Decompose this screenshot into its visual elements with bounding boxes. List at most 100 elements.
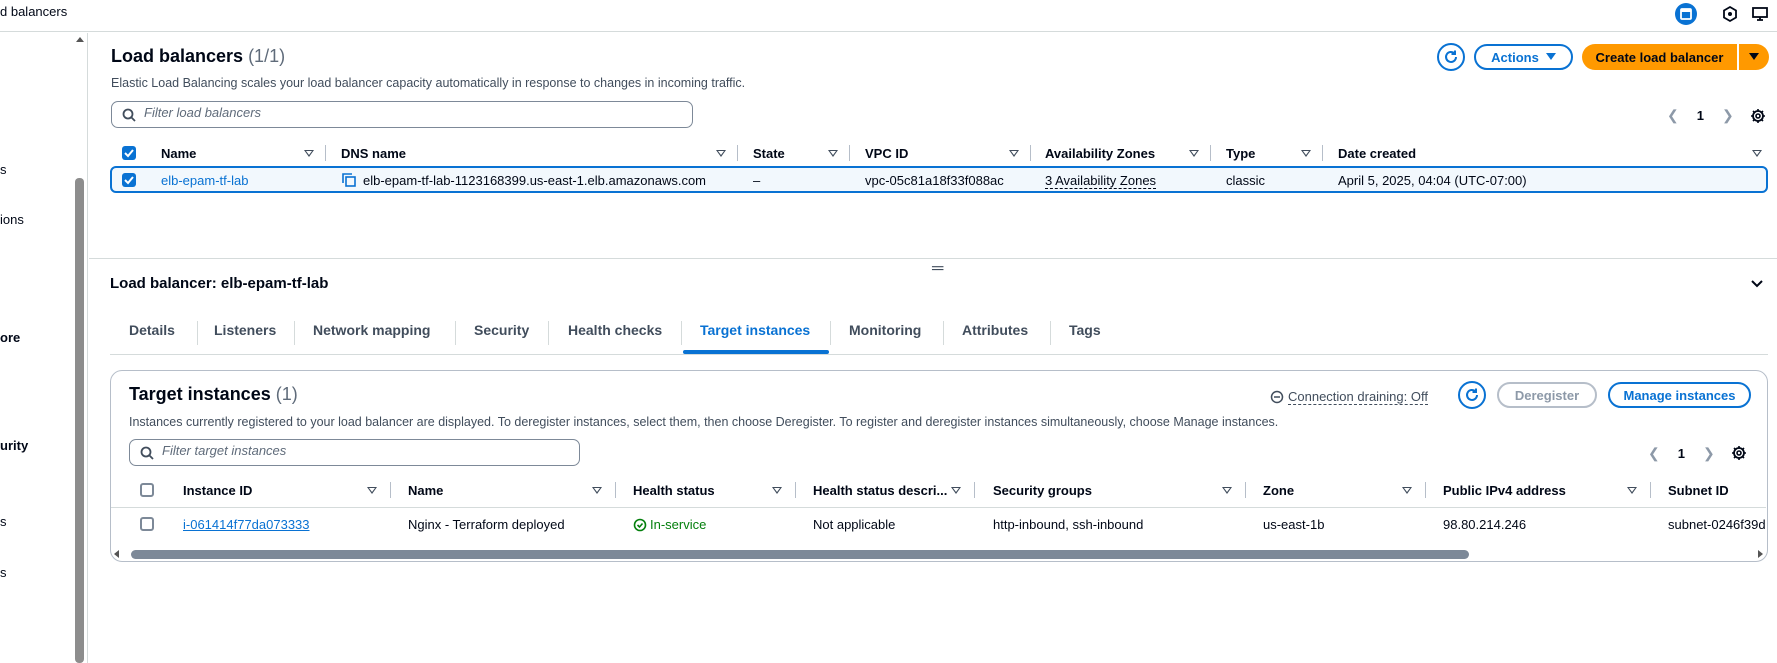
sort-icon[interactable] <box>592 487 602 494</box>
notifications-icon[interactable] <box>1719 3 1741 25</box>
sort-icon[interactable] <box>1222 487 1232 494</box>
sort-icon[interactable] <box>828 150 838 157</box>
dns-name: elb-epam-tf-lab-1123168399.us-east-1.elb… <box>363 173 707 188</box>
filter-target-instances[interactable] <box>129 439 580 466</box>
tab-listeners[interactable]: Listeners <box>214 322 276 338</box>
pagination: ❮ 1 ❯ <box>1648 445 1715 462</box>
sidebar-item[interactable]: s <box>0 514 7 529</box>
horizontal-scroll-thumb[interactable] <box>131 550 1469 559</box>
column-header-name[interactable]: Name <box>161 146 196 161</box>
breadcrumb[interactable]: d balancers <box>0 4 67 19</box>
top-bar: d balancers <box>0 0 1777 32</box>
sort-icon[interactable] <box>304 150 314 157</box>
page-number[interactable]: 1 <box>1678 446 1685 461</box>
target-instances-description: Instances currently registered to your l… <box>129 415 1279 429</box>
select-all-checkbox[interactable] <box>140 483 154 497</box>
sidebar-scroll-thumb[interactable] <box>75 178 84 663</box>
cloudshell-icon[interactable] <box>1675 3 1697 25</box>
column-divider <box>1425 482 1426 498</box>
tab-details[interactable]: Details <box>129 322 175 338</box>
sort-icon[interactable] <box>1402 487 1412 494</box>
collapse-chevron-icon[interactable] <box>1751 280 1763 288</box>
next-page-icon[interactable]: ❯ <box>1703 445 1715 462</box>
column-header-health-status[interactable]: Health status <box>633 483 715 498</box>
availability-zones-popover[interactable]: 3 Availability Zones <box>1045 173 1157 189</box>
instance-id-link[interactable]: i-061414f77da073333 <box>183 517 310 532</box>
zone-value: us-east-1b <box>1263 517 1325 532</box>
column-header-dns[interactable]: DNS name <box>341 146 406 161</box>
sort-icon[interactable] <box>951 487 961 494</box>
sidebar-section[interactable]: ore <box>0 330 20 345</box>
tab-security[interactable]: Security <box>474 322 529 338</box>
copy-icon[interactable] <box>342 173 356 187</box>
sidebar-section[interactable]: urity <box>0 438 28 453</box>
load-balancer-name-link[interactable]: elb-epam-tf-lab <box>161 173 248 188</box>
panel-splitter[interactable] <box>89 258 1777 259</box>
health-status: In-service <box>633 517 706 532</box>
next-page-icon[interactable]: ❯ <box>1722 107 1734 124</box>
search-input[interactable] <box>162 443 522 458</box>
refresh-button[interactable] <box>1437 43 1465 71</box>
column-header-name[interactable]: Name <box>408 483 443 498</box>
sidebar-item[interactable]: s <box>0 162 7 177</box>
manage-instances-button[interactable]: Manage instances <box>1608 382 1751 408</box>
deregister-button[interactable]: Deregister <box>1497 382 1597 408</box>
tab-network-mapping[interactable]: Network mapping <box>313 322 430 338</box>
tab-attributes[interactable]: Attributes <box>962 322 1028 338</box>
sidebar-item[interactable]: ions <box>0 212 24 227</box>
prev-page-icon[interactable]: ❮ <box>1667 107 1679 124</box>
settings-icon[interactable] <box>1731 445 1747 461</box>
scroll-right-arrow-icon[interactable] <box>1758 550 1763 558</box>
connection-draining-status[interactable]: Connection draining: Off <box>1270 389 1428 405</box>
tab-tags[interactable]: Tags <box>1069 322 1101 338</box>
sidebar-item[interactable]: s <box>0 565 7 580</box>
page-description: Elastic Load Balancing scales your load … <box>111 76 746 90</box>
sort-icon[interactable] <box>1627 487 1637 494</box>
tab-divider <box>681 321 682 345</box>
sort-icon[interactable] <box>1752 150 1762 157</box>
display-icon[interactable] <box>1749 3 1771 25</box>
prev-page-icon[interactable]: ❮ <box>1648 445 1660 462</box>
column-header-type[interactable]: Type <box>1226 146 1255 161</box>
column-header-zone[interactable]: Zone <box>1263 483 1294 498</box>
sort-icon[interactable] <box>716 150 726 157</box>
search-input[interactable] <box>144 105 608 120</box>
select-all-checkbox[interactable] <box>122 146 136 160</box>
column-header-zones[interactable]: Availability Zones <box>1045 146 1155 161</box>
page-number[interactable]: 1 <box>1697 108 1704 123</box>
settings-icon[interactable] <box>1750 108 1766 124</box>
column-divider <box>795 482 796 498</box>
column-header-health-description[interactable]: Health status descri... <box>813 483 947 498</box>
vpc-id: vpc-05c81a18f33f088ac <box>865 173 1004 188</box>
refresh-icon <box>1466 388 1478 401</box>
column-header-instance-id[interactable]: Instance ID <box>183 483 252 498</box>
tab-target-instances[interactable]: Target instances <box>700 322 810 338</box>
sort-icon[interactable] <box>1301 150 1311 157</box>
sort-icon[interactable] <box>1189 150 1199 157</box>
column-divider <box>1245 482 1246 498</box>
create-load-balancer-button[interactable]: Create load balancer <box>1582 44 1737 70</box>
column-header-security-groups[interactable]: Security groups <box>993 483 1092 498</box>
filter-load-balancers[interactable] <box>111 101 693 128</box>
header-divider <box>111 507 1766 508</box>
tab-monitoring[interactable]: Monitoring <box>849 322 921 338</box>
column-header-vpc[interactable]: VPC ID <box>865 146 908 161</box>
create-dropdown-button[interactable] <box>1739 44 1769 70</box>
sort-icon[interactable] <box>367 487 377 494</box>
row-checkbox[interactable] <box>122 173 136 187</box>
row-checkbox[interactable] <box>140 517 154 531</box>
tab-health-checks[interactable]: Health checks <box>568 322 662 338</box>
actions-button[interactable]: Actions <box>1474 44 1573 70</box>
column-header-subnet-id[interactable]: Subnet ID <box>1668 483 1729 498</box>
tab-divider <box>197 321 198 345</box>
column-header-ipv4[interactable]: Public IPv4 address <box>1443 483 1566 498</box>
scroll-up-arrow-icon[interactable] <box>76 37 84 42</box>
column-header-state[interactable]: State <box>753 146 785 161</box>
refresh-targets-button[interactable] <box>1458 381 1486 409</box>
sort-icon[interactable] <box>1009 150 1019 157</box>
security-groups: http-inbound, ssh-inbound <box>993 517 1144 532</box>
drag-handle-icon[interactable]: ═ <box>932 260 943 278</box>
column-header-date[interactable]: Date created <box>1338 146 1416 161</box>
scroll-left-arrow-icon[interactable] <box>114 550 119 558</box>
sort-icon[interactable] <box>772 487 782 494</box>
